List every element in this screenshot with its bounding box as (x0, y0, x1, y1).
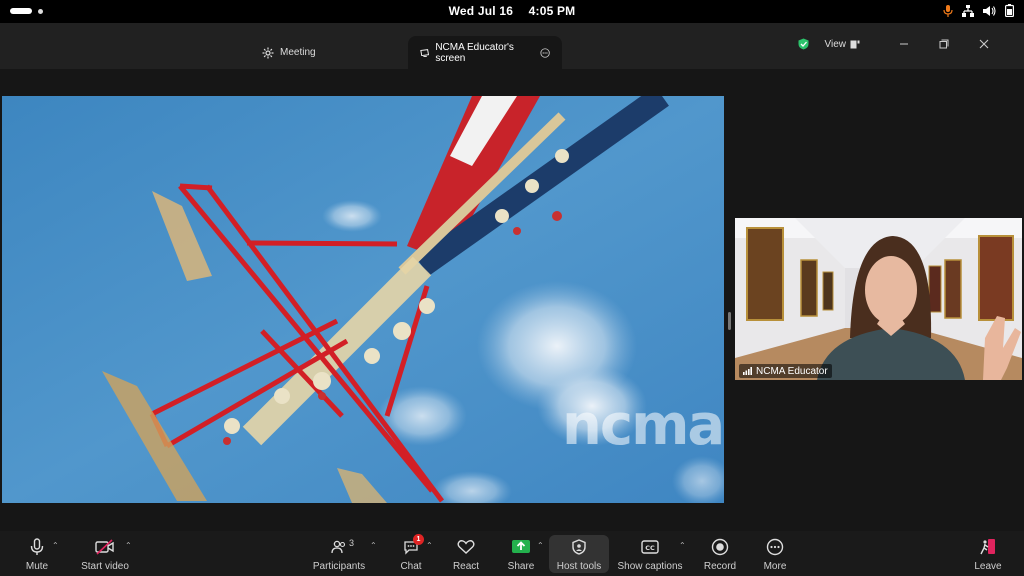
share-label: Share (507, 561, 535, 572)
view-button-label: View (824, 38, 847, 50)
participants-options-caret[interactable]: ⌃ (370, 541, 377, 550)
system-tray[interactable] (943, 4, 1014, 17)
closed-captions-icon: CC (641, 540, 659, 554)
amusement-ride-video-frame: ncma (2, 96, 724, 503)
volume-icon (983, 5, 996, 16)
participants-label: Participants (312, 561, 366, 572)
video-options-caret[interactable]: ⌃ (125, 541, 132, 550)
captions-options-caret[interactable]: ⌃ (679, 541, 686, 550)
more-dots-icon (766, 538, 784, 556)
show-captions-button[interactable]: CC Show captions (617, 535, 683, 575)
video-off-icon (95, 539, 114, 555)
encryption-shield-icon[interactable] (798, 38, 809, 50)
participants-count: 3 (349, 538, 355, 548)
meeting-toolbar: Mute ⌃ Start video ⌃ 3 Participants ⌃ 1 … (0, 531, 1024, 576)
minimize-icon (900, 43, 908, 45)
chat-button[interactable]: 1 Chat (398, 534, 424, 575)
participant-name-label: NCMA Educator (739, 364, 832, 378)
meeting-header: Meeting NCMA Educator's screen View (0, 23, 1024, 69)
network-icon (962, 4, 974, 17)
close-icon (979, 39, 989, 49)
svg-text:CC: CC (645, 544, 655, 552)
chat-label: Chat (400, 561, 422, 572)
meeting-stage: ncma NCMA Educator (0, 69, 1024, 531)
microphone-icon (30, 538, 44, 555)
show-captions-label: Show captions (617, 561, 683, 572)
participants-icon (331, 540, 346, 554)
tab-shared-screen-label: NCMA Educator's screen (435, 41, 514, 64)
start-video-label: Start video (81, 561, 129, 572)
start-video-button[interactable]: Start video (79, 535, 131, 575)
os-top-bar: Wed Jul 16 4:05 PM (0, 0, 1024, 23)
participants-button[interactable]: 3 Participants (312, 535, 366, 575)
mute-label: Mute (25, 561, 49, 572)
view-layout-icon (850, 40, 860, 48)
shared-screen-video[interactable]: ncma (2, 96, 724, 503)
host-tools-button[interactable]: Host tools (549, 535, 609, 575)
record-label: Record (703, 561, 737, 572)
os-clock[interactable]: Wed Jul 16 4:05 PM (0, 4, 1024, 18)
screen-share-icon (420, 48, 430, 57)
header-controls: View (798, 38, 1005, 50)
chat-unread-badge: 1 (413, 534, 424, 545)
share-screen-icon (512, 540, 530, 553)
react-label: React (452, 561, 480, 572)
connection-signal-icon (743, 367, 752, 375)
battery-icon (1005, 4, 1014, 17)
share-options-caret[interactable]: ⌃ (537, 541, 544, 550)
close-button[interactable] (964, 39, 1004, 49)
meeting-gear-icon (262, 47, 274, 58)
share-button[interactable]: Share (505, 535, 537, 575)
minimize-button[interactable] (884, 39, 924, 49)
microphone-in-use-icon (943, 4, 953, 17)
tab-meeting-label: Meeting (280, 47, 316, 58)
react-button[interactable]: React (451, 535, 481, 575)
participant-name: NCMA Educator (756, 365, 828, 377)
panel-resize-handle[interactable] (728, 312, 731, 330)
host-shield-icon (572, 539, 586, 555)
leave-button[interactable]: Leave (973, 535, 1003, 575)
os-date: Wed Jul 16 (448, 4, 514, 18)
record-icon (711, 538, 729, 556)
more-label: More (763, 561, 787, 572)
leave-label: Leave (974, 561, 1002, 572)
record-button[interactable]: Record (702, 535, 738, 575)
host-tools-label: Host tools (556, 561, 602, 572)
mute-button[interactable]: Mute (22, 535, 52, 575)
restore-button[interactable] (924, 39, 964, 49)
heart-icon (457, 540, 475, 554)
more-button[interactable]: More (760, 535, 790, 575)
restore-icon (939, 39, 949, 49)
ncma-watermark: ncma (562, 393, 723, 458)
tab-shared-screen[interactable]: NCMA Educator's screen (408, 36, 562, 69)
participant-video-tile[interactable]: NCMA Educator (735, 218, 1022, 380)
chat-options-caret[interactable]: ⌃ (426, 541, 433, 550)
more-options-icon[interactable] (540, 47, 550, 59)
audio-options-caret[interactable]: ⌃ (52, 541, 59, 550)
os-time: 4:05 PM (528, 4, 576, 18)
leave-door-icon (980, 539, 995, 555)
view-button[interactable]: View (825, 39, 861, 50)
tab-meeting[interactable]: Meeting (250, 36, 328, 69)
educator-webcam-frame (735, 218, 1022, 380)
